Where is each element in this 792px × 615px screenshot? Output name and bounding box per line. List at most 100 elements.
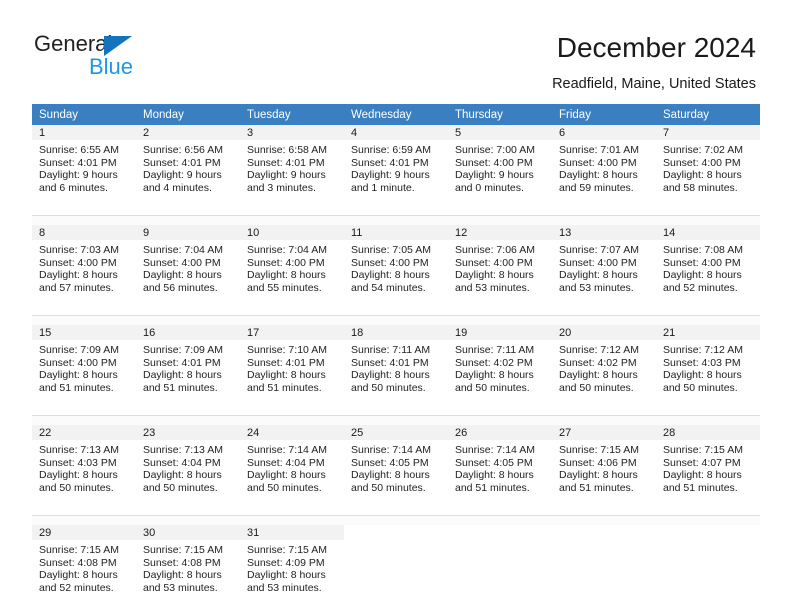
sunrise-time: Sunrise: 7:15 AM — [143, 544, 223, 556]
week-separator-cell — [136, 415, 240, 425]
calendar-day-cell[interactable]: 23 Sunrise: 7:13 AM Sunset: 4:04 PM Dayligh… — [136, 425, 240, 516]
day-cell-inner: 9 Sunrise: 7:04 AM Sunset: 4:00 PM Daylight… — [136, 225, 240, 315]
daylight-duration-line1: Daylight: 8 hours — [351, 469, 430, 482]
sunset-time: Sunset: 4:00 PM — [559, 156, 637, 169]
daylight-duration-line1: Daylight: 8 hours — [559, 469, 638, 482]
calendar-day-cell[interactable]: 3 Sunrise: 6:58 AM Sunset: 4:01 PM Daylight… — [240, 125, 344, 216]
day-details: Sunrise: 6:55 AM Sunset: 4:01 PM Daylight:… — [32, 140, 136, 194]
day-cell-inner: 17 Sunrise: 7:10 AM Sunset: 4:01 PM Dayligh… — [240, 325, 344, 415]
daylight-duration-line1: Daylight: 8 hours — [39, 369, 118, 382]
calendar-day-cell[interactable]: 31 Sunrise: 7:15 AM Sunset: 4:09 PM Dayligh… — [240, 525, 344, 615]
calendar-day-cell[interactable]: 30 Sunrise: 7:15 AM Sunset: 4:08 PM Dayligh… — [136, 525, 240, 615]
sunset-time: Sunset: 4:01 PM — [247, 156, 325, 169]
day-number: 30 — [136, 525, 240, 540]
day-number — [344, 525, 448, 540]
day-cell-inner — [552, 525, 656, 615]
calendar-day-cell[interactable]: 12 Sunrise: 7:06 AM Sunset: 4:00 PM Dayligh… — [448, 225, 552, 316]
calendar-day-cell[interactable]: 6 Sunrise: 7:01 AM Sunset: 4:00 PM Daylight… — [552, 125, 656, 216]
day-cell-inner: 8 Sunrise: 7:03 AM Sunset: 4:00 PM Daylight… — [32, 225, 136, 315]
calendar-day-cell[interactable]: 21 Sunrise: 7:12 AM Sunset: 4:03 PM Dayligh… — [656, 325, 760, 416]
sunset-time: Sunset: 4:08 PM — [39, 556, 117, 569]
calendar-cell-empty — [656, 525, 760, 615]
daylight-duration-line2: and 50 minutes. — [143, 481, 218, 494]
daylight-duration-line1: Daylight: 8 hours — [663, 369, 742, 382]
calendar-day-cell[interactable]: 26 Sunrise: 7:14 AM Sunset: 4:05 PM Dayligh… — [448, 425, 552, 516]
daylight-duration-line2: and 59 minutes. — [559, 181, 634, 194]
sunrise-time: Sunrise: 7:04 AM — [143, 244, 223, 256]
calendar-week-row: 29 Sunrise: 7:15 AM Sunset: 4:08 PM Dayligh… — [32, 525, 760, 615]
calendar-day-cell[interactable]: 17 Sunrise: 7:10 AM Sunset: 4:01 PM Dayligh… — [240, 325, 344, 416]
sunset-time: Sunset: 4:01 PM — [143, 356, 221, 369]
calendar-day-cell[interactable]: 25 Sunrise: 7:14 AM Sunset: 4:05 PM Dayligh… — [344, 425, 448, 516]
daylight-duration-line1: Daylight: 8 hours — [559, 269, 638, 282]
day-number — [448, 525, 552, 540]
calendar-day-cell[interactable]: 11 Sunrise: 7:05 AM Sunset: 4:00 PM Dayligh… — [344, 225, 448, 316]
week-separator-cell — [240, 215, 344, 225]
calendar-day-cell[interactable]: 7 Sunrise: 7:02 AM Sunset: 4:00 PM Daylight… — [656, 125, 760, 216]
calendar-day-cell[interactable]: 1 Sunrise: 6:55 AM Sunset: 4:01 PM Daylight… — [32, 125, 136, 216]
week-separator-cell — [448, 415, 552, 425]
week-separator-cell — [136, 315, 240, 325]
week-separator-cell — [32, 315, 136, 325]
daylight-duration-line2: and 51 minutes. — [39, 381, 114, 394]
sunset-time: Sunset: 4:06 PM — [559, 456, 637, 469]
calendar-day-cell[interactable]: 8 Sunrise: 7:03 AM Sunset: 4:00 PM Daylight… — [32, 225, 136, 316]
daylight-duration-line2: and 52 minutes. — [663, 281, 738, 294]
calendar-day-cell[interactable]: 14 Sunrise: 7:08 AM Sunset: 4:00 PM Dayligh… — [656, 225, 760, 316]
daylight-duration-line2: and 3 minutes. — [247, 181, 316, 194]
calendar-day-cell[interactable]: 10 Sunrise: 7:04 AM Sunset: 4:00 PM Dayligh… — [240, 225, 344, 316]
daylight-duration-line1: Daylight: 8 hours — [663, 469, 742, 482]
day-details: Sunrise: 7:03 AM Sunset: 4:00 PM Daylight:… — [32, 240, 136, 294]
day-number: 5 — [448, 125, 552, 140]
calendar-day-cell[interactable]: 5 Sunrise: 7:00 AM Sunset: 4:00 PM Daylight… — [448, 125, 552, 216]
daylight-duration-line2: and 51 minutes. — [247, 381, 322, 394]
calendar-day-cell[interactable]: 22 Sunrise: 7:13 AM Sunset: 4:03 PM Dayligh… — [32, 425, 136, 516]
calendar-day-cell[interactable]: 2 Sunrise: 6:56 AM Sunset: 4:01 PM Daylight… — [136, 125, 240, 216]
calendar-day-cell[interactable]: 15 Sunrise: 7:09 AM Sunset: 4:00 PM Dayligh… — [32, 325, 136, 416]
sunset-time: Sunset: 4:00 PM — [663, 156, 741, 169]
calendar-day-cell[interactable]: 20 Sunrise: 7:12 AM Sunset: 4:02 PM Dayligh… — [552, 325, 656, 416]
day-details: Sunrise: 7:13 AM Sunset: 4:03 PM Daylight:… — [32, 440, 136, 494]
daylight-duration-line2: and 51 minutes. — [559, 481, 634, 494]
day-number: 8 — [32, 225, 136, 240]
week-separator-cell — [344, 515, 448, 525]
daylight-duration-line2: and 56 minutes. — [143, 281, 218, 294]
day-details: Sunrise: 7:00 AM Sunset: 4:00 PM Daylight:… — [448, 140, 552, 194]
sunset-time: Sunset: 4:00 PM — [351, 256, 429, 269]
daylight-duration-line2: and 50 minutes. — [663, 381, 738, 394]
calendar-day-cell[interactable]: 24 Sunrise: 7:14 AM Sunset: 4:04 PM Dayligh… — [240, 425, 344, 516]
calendar-day-cell[interactable]: 28 Sunrise: 7:15 AM Sunset: 4:07 PM Dayligh… — [656, 425, 760, 516]
day-number: 18 — [344, 325, 448, 340]
day-details: Sunrise: 6:58 AM Sunset: 4:01 PM Daylight:… — [240, 140, 344, 194]
calendar-day-cell[interactable]: 16 Sunrise: 7:09 AM Sunset: 4:01 PM Dayligh… — [136, 325, 240, 416]
daylight-duration-line1: Daylight: 8 hours — [143, 369, 222, 382]
day-number: 31 — [240, 525, 344, 540]
calendar-day-cell[interactable]: 27 Sunrise: 7:15 AM Sunset: 4:06 PM Dayligh… — [552, 425, 656, 516]
calendar-day-cell[interactable]: 19 Sunrise: 7:11 AM Sunset: 4:02 PM Dayligh… — [448, 325, 552, 416]
calendar-day-cell[interactable]: 18 Sunrise: 7:11 AM Sunset: 4:01 PM Dayligh… — [344, 325, 448, 416]
day-number: 14 — [656, 225, 760, 240]
calendar-day-cell[interactable]: 13 Sunrise: 7:07 AM Sunset: 4:00 PM Dayligh… — [552, 225, 656, 316]
day-number: 17 — [240, 325, 344, 340]
day-number: 22 — [32, 425, 136, 440]
sunrise-time: Sunrise: 7:15 AM — [559, 444, 639, 456]
sunrise-time: Sunrise: 7:11 AM — [351, 344, 431, 356]
week-separator-cell — [656, 215, 760, 225]
sunset-time: Sunset: 4:04 PM — [143, 456, 221, 469]
day-details: Sunrise: 7:11 AM Sunset: 4:02 PM Daylight:… — [448, 340, 552, 394]
day-number: 7 — [656, 125, 760, 140]
daylight-duration-line1: Daylight: 8 hours — [39, 269, 118, 282]
week-separator-cell — [32, 215, 136, 225]
day-cell-inner: 13 Sunrise: 7:07 AM Sunset: 4:00 PM Dayligh… — [552, 225, 656, 315]
daylight-duration-line2: and 50 minutes. — [559, 381, 634, 394]
calendar-day-cell[interactable]: 9 Sunrise: 7:04 AM Sunset: 4:00 PM Daylight… — [136, 225, 240, 316]
day-cell-inner: 18 Sunrise: 7:11 AM Sunset: 4:01 PM Dayligh… — [344, 325, 448, 415]
day-number: 15 — [32, 325, 136, 340]
calendar-day-cell[interactable]: 29 Sunrise: 7:15 AM Sunset: 4:08 PM Dayligh… — [32, 525, 136, 615]
day-number: 12 — [448, 225, 552, 240]
calendar-day-cell[interactable]: 4 Sunrise: 6:59 AM Sunset: 4:01 PM Daylight… — [344, 125, 448, 216]
sunset-time: Sunset: 4:08 PM — [143, 556, 221, 569]
week-separator-cell — [240, 415, 344, 425]
week-separator-cell — [656, 315, 760, 325]
daylight-duration-line2: and 58 minutes. — [663, 181, 738, 194]
